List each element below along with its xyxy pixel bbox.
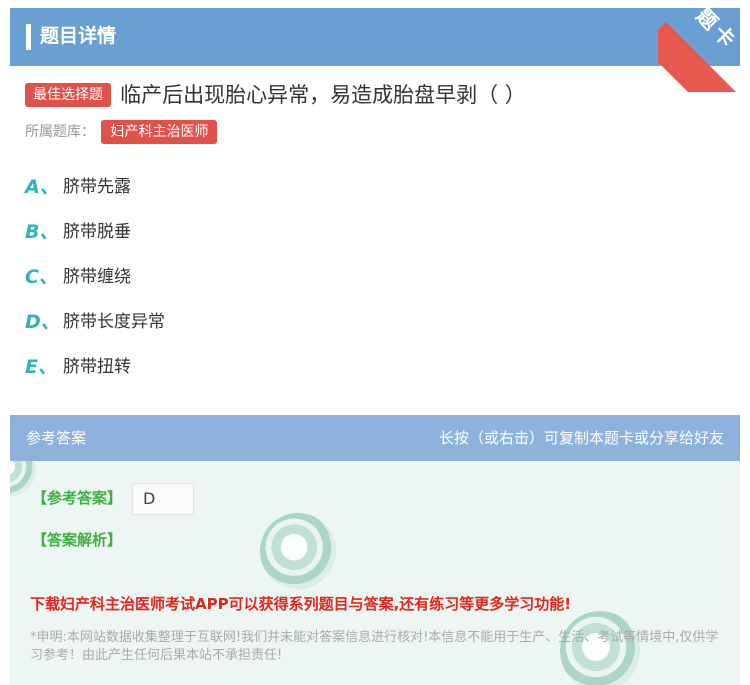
option-text: 脐带长度异常 bbox=[63, 312, 165, 332]
app-promo-link[interactable]: 下载妇产科主治医师考试APP可以获得系列题目与答案,还有练习等更多学习功能! bbox=[30, 593, 571, 614]
answer-label: 【参考答案】 bbox=[32, 489, 123, 507]
watermark-logo-icon bbox=[260, 513, 336, 589]
option-a[interactable]: A、 脐带先露 bbox=[25, 172, 165, 217]
answer-value: D bbox=[132, 483, 194, 515]
option-letter: B、 bbox=[25, 221, 59, 243]
option-letter: C、 bbox=[25, 266, 58, 288]
bank-tag[interactable]: 妇产科主治医师 bbox=[101, 120, 218, 144]
header-accent-bar bbox=[26, 24, 31, 50]
question-block: 最佳选择题 临产后出现胎心异常，易造成胎盘早剥（ ） bbox=[25, 80, 725, 110]
question-text: 临产后出现胎心异常，易造成胎盘早剥（ ） bbox=[120, 83, 526, 107]
analysis-label: 【答案解析】 bbox=[32, 531, 123, 549]
option-letter: A、 bbox=[25, 176, 59, 198]
option-text: 脐带先露 bbox=[63, 177, 131, 197]
option-letter: D、 bbox=[25, 311, 60, 333]
question-type-badge: 最佳选择题 bbox=[25, 83, 111, 107]
option-text: 脐带扭转 bbox=[63, 357, 131, 377]
option-letter: E、 bbox=[25, 356, 57, 378]
option-text: 脐带缠绕 bbox=[63, 267, 131, 287]
options-list: A、 脐带先露 B、 脐带脱垂 C、 脐带缠绕 D、 脐带长度异常 E、 脐带扭… bbox=[25, 172, 165, 397]
answer-section-body: 【参考答案】 D 【答案解析】 下载妇产科主治医师考试APP可以获得系列题目与答… bbox=[10, 461, 740, 685]
disclaimer-text: *申明:本网站数据收集整理于互联网!我们并未能对答案信息进行核对!本信息不能用于… bbox=[30, 630, 719, 663]
option-e[interactable]: E、 脐带扭转 bbox=[25, 352, 165, 397]
page-title: 题目详情 bbox=[40, 25, 117, 47]
answer-section-title: 参考答案 bbox=[26, 429, 87, 447]
option-c[interactable]: C、 脐带缠绕 bbox=[25, 262, 165, 307]
answer-section-header: 参考答案 长按（或右击）可复制本题卡或分享给好友 bbox=[10, 415, 740, 461]
share-hint: 长按（或右击）可复制本题卡或分享给好友 bbox=[438, 429, 724, 447]
question-bank: 所属题库： 妇产科主治医师 bbox=[25, 120, 218, 144]
bank-label: 所属题库： bbox=[25, 124, 95, 140]
option-d[interactable]: D、 脐带长度异常 bbox=[25, 307, 165, 352]
option-b[interactable]: B、 脐带脱垂 bbox=[25, 217, 165, 262]
corner-ribbon: 题卡 bbox=[658, 0, 750, 92]
header-bar: 题目详情 bbox=[10, 8, 740, 66]
option-text: 脐带脱垂 bbox=[63, 222, 131, 242]
